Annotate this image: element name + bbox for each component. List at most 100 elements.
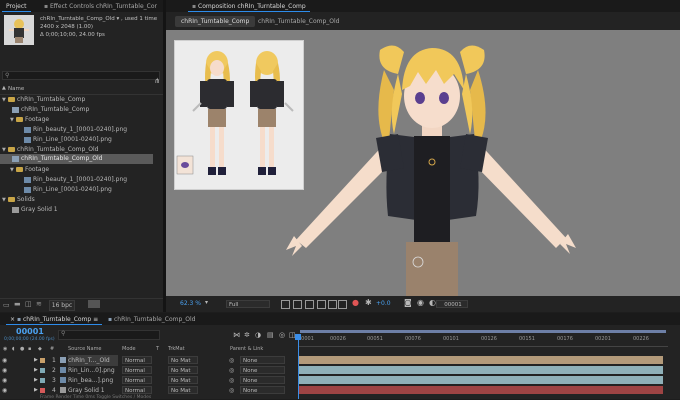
preview-icon[interactable]: ◐: [429, 298, 436, 307]
time-ruler[interactable]: 00001 00026 00051 00076 00101 00126 0015…: [298, 334, 668, 347]
parent-dropdown[interactable]: None: [240, 376, 285, 384]
color-channels-icon[interactable]: ●: [352, 298, 359, 307]
magnification-chevron-icon[interactable]: ▾: [205, 299, 208, 306]
parent-header[interactable]: Parent & Link: [230, 346, 263, 352]
subtab-active[interactable]: chRIn_Turntable_Comp: [175, 16, 256, 27]
project-list-header: Name ▲ ⋔: [0, 77, 163, 95]
name-column-header[interactable]: Name: [8, 86, 24, 92]
region-of-interest-icon[interactable]: [281, 300, 290, 309]
layer-duration-bar[interactable]: [299, 386, 663, 394]
new-composition-icon[interactable]: ◫: [25, 300, 32, 308]
list-item-label: Rin_Line_[0001-0240].png: [33, 186, 112, 193]
tab-project[interactable]: Project: [2, 1, 31, 12]
adjust-icon[interactable]: ≋: [36, 300, 42, 308]
3d-view-icon[interactable]: [328, 300, 337, 309]
menu-icon[interactable]: ≡: [93, 316, 98, 323]
ruler-label: 00026: [330, 336, 346, 342]
tab-composition[interactable]: ▪ Composition chRIn_Turntable_Comp: [188, 1, 310, 12]
expand-arrow-icon[interactable]: ▶: [34, 385, 38, 396]
source-name-header[interactable]: Source Name: [68, 346, 102, 352]
camera-snapshot-icon[interactable]: ◙: [404, 298, 412, 307]
trkmat-dropdown[interactable]: No Mat: [168, 356, 198, 364]
frame-blending-icon[interactable]: ▤: [267, 331, 274, 339]
magnification-value[interactable]: 62.3 %: [180, 300, 201, 307]
list-item[interactable]: Gray Solid 1: [0, 205, 175, 215]
thumbnail-character-image: [4, 15, 34, 45]
list-item[interactable]: ▼ chRIn_Turntable_Comp: [0, 95, 165, 105]
project-search-input[interactable]: ⚲: [2, 71, 160, 80]
mode-dropdown[interactable]: Normal: [122, 386, 152, 394]
trash-icon[interactable]: [88, 300, 100, 308]
timecode-field[interactable]: 00001: [436, 300, 468, 308]
list-item[interactable]: Rin_beauty_1_[0001-0240].png: [0, 175, 187, 185]
eye-icon[interactable]: ◉: [2, 385, 7, 396]
tab-effect-controls[interactable]: ▪ Effect Controls chRIn_Turntable_Cor: [40, 1, 161, 12]
draft-3d-icon[interactable]: ✲: [244, 331, 250, 339]
grid-guides-icon[interactable]: [305, 300, 314, 309]
trkmat-dropdown[interactable]: No Mat: [168, 366, 198, 374]
parent-dropdown[interactable]: None: [240, 356, 285, 364]
shy-layers-icon[interactable]: ◑: [255, 331, 261, 339]
playhead-handle[interactable]: [295, 334, 301, 340]
comp-flowchart-icon[interactable]: ⋈: [233, 331, 240, 339]
image-sequence-icon: [24, 176, 31, 183]
fast-previews-icon[interactable]: [338, 300, 347, 309]
trkmat-dropdown[interactable]: No Mat: [168, 376, 198, 384]
list-item[interactable]: Rin_Line_[0001-0240].png: [0, 185, 187, 195]
composition-icon: [12, 155, 19, 162]
motion-blur-icon[interactable]: ◎: [279, 331, 285, 339]
list-item[interactable]: ▼ Solids: [0, 195, 165, 205]
tab-underline: [2, 11, 31, 12]
subtab-other[interactable]: chRIn_Turntable_Comp_Old: [258, 16, 339, 27]
ruler-label: 00101: [443, 336, 459, 342]
layer-type-icon: [60, 377, 66, 383]
close-icon[interactable]: ×: [10, 316, 15, 323]
parent-value: None: [243, 378, 258, 384]
parent-dropdown[interactable]: None: [240, 386, 285, 394]
layer-duration-bar[interactable]: [299, 376, 663, 384]
composition-viewer[interactable]: [166, 30, 680, 296]
flowchart-icon[interactable]: ⋔: [154, 77, 160, 85]
show-snapshot-icon[interactable]: ◉: [417, 298, 424, 307]
trkmat-header[interactable]: TrkMat: [168, 346, 185, 352]
list-item[interactable]: ▼ Footage: [0, 115, 173, 125]
resolution-dropdown[interactable]: Full: [226, 300, 270, 308]
layer-label-color[interactable]: [40, 388, 45, 393]
transparency-grid-icon[interactable]: [293, 300, 302, 309]
tab-timeline-other[interactable]: ▪ chRIn_Turntable_Comp_Old: [104, 314, 199, 325]
list-item[interactable]: Rin_Line_[0001-0240].png: [0, 135, 187, 145]
solid-icon: [12, 206, 19, 213]
new-folder-icon[interactable]: ▬: [14, 300, 21, 308]
layer-label-color[interactable]: [40, 378, 45, 383]
list-item[interactable]: ▼ Footage: [0, 165, 173, 175]
current-frame[interactable]: 00001: [16, 327, 44, 336]
layer-duration-bar[interactable]: [299, 366, 663, 374]
work-area-bar[interactable]: [300, 330, 666, 333]
pickwhip-icon[interactable]: ◎: [229, 385, 234, 396]
chevron-down-icon[interactable]: ▾: [116, 16, 119, 22]
exposure-icon[interactable]: ✱: [365, 298, 372, 307]
layer-duration-bar[interactable]: [299, 356, 663, 364]
trkmat-dropdown[interactable]: No Mat: [168, 386, 198, 394]
list-item[interactable]: chRIn_Turntable_Comp: [0, 105, 175, 115]
interpret-footage-icon[interactable]: ▭: [3, 301, 10, 309]
mode-dropdown[interactable]: Normal: [122, 366, 152, 374]
layer-rows: ◉ ▶ 1 chRIn_T..._Old Normal No Mat ◎ Non…: [0, 355, 298, 399]
mode-dropdown[interactable]: Normal: [122, 356, 152, 364]
list-item-selected[interactable]: chRIn_Turntable_Comp_Old: [0, 154, 153, 164]
composition-tabbar: ▪ Composition chRIn_Turntable_Comp: [166, 0, 680, 12]
tab-timeline-active[interactable]: × ▪ chRIn_Turntable_Comp ≡: [6, 314, 103, 325]
parent-dropdown[interactable]: None: [240, 366, 285, 374]
character-render-layer[interactable]: [276, 30, 596, 296]
timeline-search-input[interactable]: ⚲: [58, 330, 160, 340]
mask-visibility-icon[interactable]: [317, 300, 326, 309]
mode-dropdown[interactable]: Normal: [122, 376, 152, 384]
list-item[interactable]: Rin_beauty_1_[0001-0240].png: [0, 125, 187, 135]
composition-icon: [12, 106, 19, 113]
list-item-label: Footage: [25, 116, 50, 123]
mode-header[interactable]: Mode: [122, 346, 136, 352]
layer-label-color[interactable]: [40, 368, 45, 373]
exposure-value[interactable]: +0.0: [376, 300, 391, 307]
layer-label-color[interactable]: [40, 358, 45, 363]
bpc-button[interactable]: 16 bpc: [49, 300, 75, 311]
